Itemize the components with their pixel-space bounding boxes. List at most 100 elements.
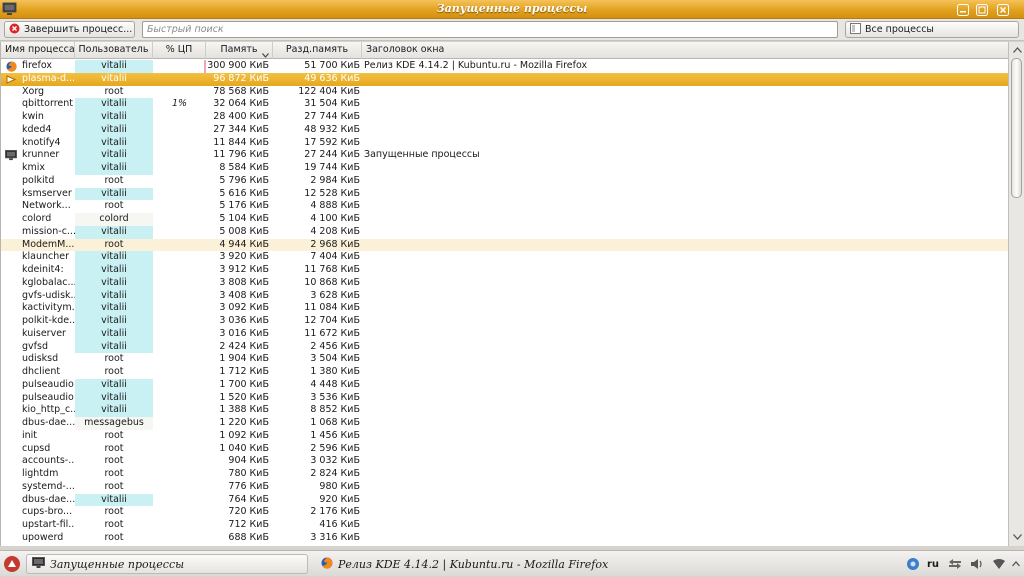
table-row[interactable]: firefox vitalii 300 900 КиБ 51 700 КиБ Релиз… (1, 60, 1008, 73)
process-shared-memory: 1 068 КиБ (310, 417, 360, 428)
blank-icon (5, 379, 17, 391)
column-header-shared-memory[interactable]: Разд.память (273, 42, 362, 59)
process-user: vitalii (75, 149, 153, 162)
column-header-memory[interactable]: Память (206, 42, 273, 59)
process-cpu (153, 73, 206, 86)
table-row[interactable]: kmix vitalii 8 584 КиБ 19 744 КиБ (1, 162, 1008, 175)
process-filter-select[interactable]: Все процессы (845, 21, 1019, 38)
table-row[interactable]: knotify4 vitalii 11 844 КиБ 17 592 КиБ (1, 136, 1008, 150)
wifi-icon[interactable] (991, 555, 1007, 573)
process-cpu (153, 60, 206, 73)
taskbar-task-process-monitor[interactable]: Запущенные процессы (26, 554, 308, 574)
process-shared-memory: 3 032 КиБ (310, 455, 360, 467)
table-row[interactable]: upowerd root 688 КиБ 3 316 КиБ (1, 532, 1008, 545)
taskbar-task-label: Релиз KDE 4.14.2 | Kubuntu.ru - Mozilla … (338, 557, 609, 571)
process-memory: 904 КиБ (228, 455, 269, 467)
process-user: vitalii (75, 251, 153, 264)
minimize-icon[interactable] (955, 2, 971, 17)
table-row[interactable]: lightdm root 780 КиБ 2 824 КиБ (1, 468, 1008, 481)
process-memory: 8 584 КиБ (219, 162, 269, 173)
table-row[interactable]: colord colord 5 104 КиБ 4 100 КиБ (1, 213, 1008, 226)
process-cpu (153, 430, 206, 443)
scroll-down-icon[interactable] (1010, 530, 1024, 544)
table-row[interactable]: klauncher vitalii 3 920 КиБ 7 404 КиБ (1, 251, 1008, 264)
table-row[interactable]: plasma-d... vitalii 96 872 КиБ 49 636 КиБ (1, 72, 1008, 86)
process-memory: 3 808 КиБ (219, 276, 269, 288)
process-memory: 776 КиБ (228, 480, 269, 492)
process-name: kded4 (22, 123, 52, 135)
table-row[interactable]: kio_http_c... vitalii 1 388 КиБ 8 852 КиБ (1, 404, 1008, 417)
table-row[interactable]: polkitd root 5 796 КиБ 2 984 КиБ (1, 175, 1008, 188)
process-window-title (362, 455, 1008, 468)
process-name-cell: ksmserver (1, 188, 75, 201)
process-user: vitalii (101, 72, 127, 84)
table-row[interactable]: krunner vitalii 11 796 КиБ 27 244 КиБ Запуще… (1, 149, 1008, 162)
process-name-cell: dhclient (1, 366, 75, 379)
table-row[interactable]: kwin vitalii 28 400 КиБ 27 744 КиБ (1, 111, 1008, 124)
table-row[interactable]: cups-bro... root 720 КиБ 2 176 КиБ (1, 506, 1008, 519)
close-icon[interactable] (995, 2, 1011, 17)
process-shared-memory: 12 528 КиБ (304, 187, 360, 199)
kde-menu-icon[interactable] (2, 554, 22, 574)
quick-search-input[interactable] (142, 21, 838, 38)
process-name-cell: kwin (1, 111, 75, 124)
table-row[interactable]: Network... root 5 176 КиБ 4 888 КиБ (1, 200, 1008, 213)
expand-tray-icon[interactable] (1010, 555, 1022, 573)
table-row[interactable]: ModemM... root 4 944 КиБ 2 968 КиБ (1, 238, 1008, 252)
table-row[interactable]: pulseaudio vitalii 1 700 КиБ 4 448 КиБ (1, 378, 1008, 392)
process-memory: 28 400 КиБ (213, 111, 269, 122)
table-row[interactable]: dbus-dae... messagebus 1 220 КиБ 1 068 КиБ (1, 417, 1008, 430)
blank-icon (5, 341, 17, 353)
process-shared-memory: 1 456 КиБ (310, 429, 360, 441)
notifications-icon[interactable] (905, 555, 921, 573)
table-row[interactable]: mission-c... vitalii 5 008 КиБ 4 208 КиБ (1, 225, 1008, 239)
table-row[interactable]: kuiserver vitalii 3 016 КиБ 11 672 КиБ (1, 327, 1008, 341)
table-row[interactable]: dbus-dae... vitalii 764 КиБ 920 КиБ (1, 493, 1008, 507)
network-icon[interactable] (947, 555, 963, 573)
table-row[interactable]: polkit-kde... vitalii 3 036 КиБ 12 704 КиБ (1, 315, 1008, 328)
table-row[interactable]: init root 1 092 КиБ 1 456 КиБ (1, 430, 1008, 443)
process-name-cell: Xorg (1, 86, 75, 99)
window-titlebar[interactable]: Запущенные процессы (0, 0, 1024, 19)
table-row[interactable]: udisksd root 1 904 КиБ 3 504 КиБ (1, 353, 1008, 366)
process-memory: 1 092 КиБ (219, 429, 269, 441)
column-header-cpu[interactable]: % ЦП (153, 42, 206, 59)
table-row[interactable]: Xorg root 78 568 КиБ 122 404 КиБ (1, 86, 1008, 99)
table-row[interactable]: cupsd root 1 040 КиБ 2 596 КиБ (1, 443, 1008, 456)
taskbar-task-firefox[interactable]: Релиз KDE 4.14.2 | Kubuntu.ru - Mozilla … (316, 554, 616, 574)
kill-process-button[interactable]: Завершить процесс... (4, 21, 135, 38)
process-name-cell: udisksd (1, 353, 75, 366)
process-cpu (153, 302, 206, 315)
keyboard-layout-indicator[interactable]: ru (925, 555, 941, 573)
process-window-title (362, 366, 1008, 379)
column-header-window-title[interactable]: Заголовок окна (362, 42, 1008, 59)
vertical-scrollbar[interactable] (1008, 42, 1024, 546)
process-shared-memory: 11 084 КиБ (304, 302, 360, 314)
process-window-title: Релиз KDE 4.14.2 | Kubuntu.ru - Mozilla … (364, 60, 588, 71)
table-row[interactable]: accounts-... root 904 КиБ 3 032 КиБ (1, 455, 1008, 468)
maximize-icon[interactable] (974, 2, 990, 17)
blank-icon (5, 366, 17, 378)
table-row[interactable]: gvfsd vitalii 2 424 КиБ 2 456 КиБ (1, 340, 1008, 354)
process-window-title (362, 532, 1008, 545)
table-row[interactable]: gvfs-udisk... vitalii 3 408 КиБ 3 628 КиБ (1, 289, 1008, 303)
table-row[interactable]: ksmserver vitalii 5 616 КиБ 12 528 КиБ (1, 187, 1008, 201)
scrollbar-thumb[interactable] (1011, 58, 1022, 198)
process-name: upowerd (22, 531, 64, 543)
process-shared-memory: 10 868 КиБ (304, 276, 360, 288)
column-header-user[interactable]: Пользователь (75, 42, 153, 59)
table-row[interactable]: kactivitym... vitalii 3 092 КиБ 11 084 КиБ (1, 302, 1008, 315)
table-row[interactable]: systemd-... root 776 КиБ 980 КиБ (1, 481, 1008, 494)
table-row[interactable]: pulseaudio vitalii 1 520 КиБ 3 536 КиБ (1, 391, 1008, 405)
process-memory: 5 104 КиБ (219, 213, 269, 224)
column-header-name[interactable]: Имя процесса (1, 42, 75, 59)
table-row[interactable]: kded4 vitalii 27 344 КиБ 48 932 КиБ (1, 123, 1008, 137)
table-row[interactable]: qbittorrent vitalii 1% 32 064 КиБ 31 504 КиБ (1, 98, 1008, 111)
volume-icon[interactable] (969, 555, 985, 573)
scroll-up-icon[interactable] (1010, 43, 1024, 57)
table-row[interactable]: kdeinit4: vitalii 3 912 КиБ 11 768 КиБ (1, 264, 1008, 277)
process-shared-memory: 49 636 КиБ (304, 72, 360, 84)
table-row[interactable]: dhclient root 1 712 КиБ 1 380 КиБ (1, 366, 1008, 379)
table-row[interactable]: kglobalac... vitalii 3 808 КиБ 10 868 КиБ (1, 276, 1008, 290)
table-row[interactable]: upstart-fil... root 712 КиБ 416 КиБ (1, 519, 1008, 532)
